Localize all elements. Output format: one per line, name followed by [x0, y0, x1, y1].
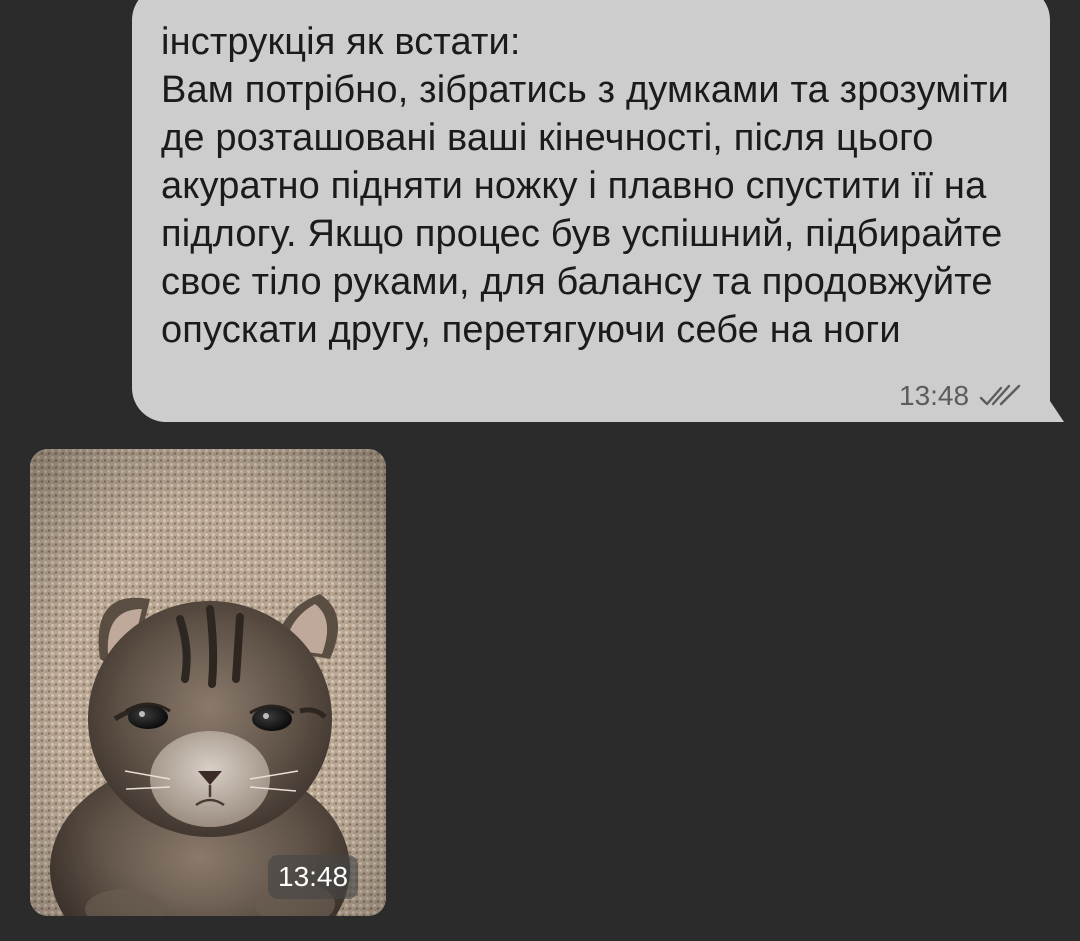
bubble-tail — [1048, 398, 1064, 422]
message-time: 13:48 — [899, 380, 970, 411]
photo-time-badge: 13:48 — [268, 855, 359, 899]
message-text: інструкція як встати: Вам потрібно, зібр… — [161, 21, 1010, 351]
kitten-photo — [30, 449, 386, 916]
double-check-icon — [979, 384, 1021, 406]
chat-view: інструкція як встати: Вам потрібно, зібр… — [0, 0, 1080, 941]
incoming-photo-message[interactable] — [30, 449, 386, 916]
message-meta: 13:48 — [899, 378, 1023, 414]
